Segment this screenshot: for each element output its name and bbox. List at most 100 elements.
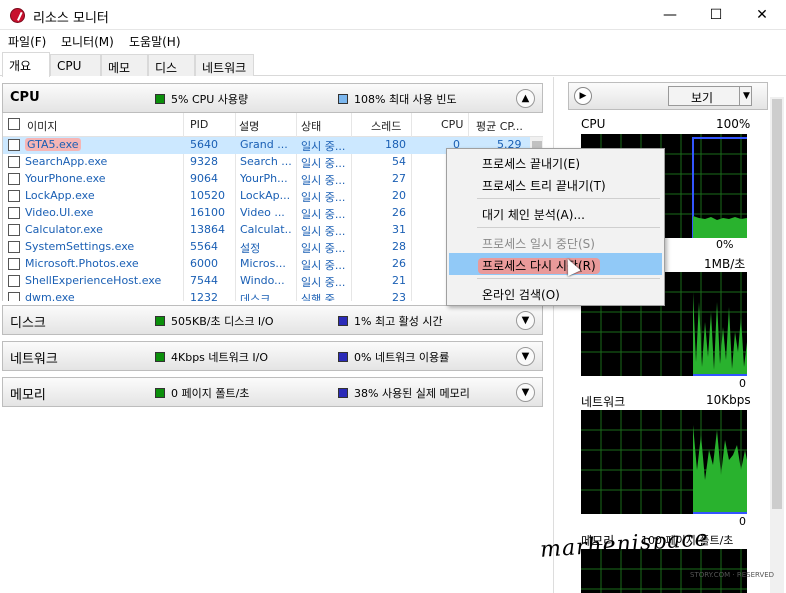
menu-file[interactable]: 파일(F) — [8, 33, 46, 50]
network-section-header[interactable]: 네트워크 4Kbps 네트워크 I/O 0% 네트워크 이용률 ▼ — [2, 341, 543, 371]
blue-swatch-icon — [338, 316, 348, 326]
physical-memory-legend: 38% 사용된 실제 메모리 — [338, 385, 470, 401]
context-menu: 프로세스 끝내기(E) 프로세스 트리 끝내기(T) 대기 체인 분석(A)..… — [446, 148, 665, 306]
menu-analyze-wait-chain[interactable]: 대기 체인 분석(A)... — [449, 202, 662, 224]
graph-min-network: 0 — [739, 515, 746, 528]
process-status: 실행 중 — [301, 293, 335, 301]
process-threads: 54 — [392, 155, 406, 168]
close-button[interactable]: ✕ — [739, 0, 785, 30]
menu-end-process[interactable]: 프로세스 끝내기(E) — [449, 151, 662, 173]
table-header: 이미지 PID 설명 상태 스레드 CPU 평균 CP... — [3, 113, 543, 137]
tab-disk[interactable]: 디스크 — [148, 54, 195, 92]
network-io-legend: 4Kbps 네트워크 I/O — [155, 349, 268, 365]
row-checkbox[interactable] — [8, 139, 20, 151]
row-checkbox[interactable] — [8, 190, 20, 202]
process-status: 일시 중... — [301, 208, 346, 221]
disk-io-legend: 505KB/초 디스크 I/O — [155, 313, 274, 329]
row-checkbox[interactable] — [8, 292, 20, 301]
green-swatch-icon — [155, 94, 165, 104]
tab-memory[interactable]: 메모리 — [101, 54, 148, 92]
green-swatch-icon — [155, 388, 165, 398]
col-image[interactable]: 이미지 — [27, 118, 57, 134]
row-checkbox[interactable] — [8, 275, 20, 287]
process-threads: 21 — [392, 274, 406, 287]
process-threads: 20 — [392, 189, 406, 202]
graph-max-network: 10Kbps — [706, 393, 751, 407]
menu-suspend-process[interactable]: 프로세스 일시 중단(S) — [449, 231, 662, 253]
col-status[interactable]: 상태 — [301, 118, 321, 134]
network-utilization-legend: 0% 네트워크 이용률 — [338, 349, 449, 365]
tab-overview[interactable]: 개요 — [2, 52, 50, 77]
cpu-usage-legend: 5% CPU 사용량 — [155, 91, 248, 107]
col-cpu[interactable]: CPU — [441, 118, 463, 131]
menu-end-process-tree[interactable]: 프로세스 트리 끝내기(T) — [449, 173, 662, 195]
process-threads: 31 — [392, 223, 406, 236]
graph-pane-scrollbar[interactable] — [770, 97, 784, 593]
process-threads: 28 — [392, 240, 406, 253]
col-pid[interactable]: PID — [190, 118, 208, 131]
green-swatch-icon — [155, 316, 165, 326]
tab-network[interactable]: 네트워크 — [195, 54, 254, 76]
process-image: SystemSettings.exe — [25, 240, 135, 253]
process-image: Calculator.exe — [25, 223, 103, 236]
process-pid: 10520 — [190, 189, 225, 202]
process-description: Windo... — [240, 274, 285, 287]
collapse-chevron-icon[interactable]: ▲ — [516, 89, 535, 108]
page-faults-legend: 0 페이지 폴트/초 — [155, 385, 249, 401]
minimize-button[interactable]: — — [647, 0, 693, 30]
process-description: Calculat... — [240, 223, 292, 236]
process-status: 일시 중... — [301, 259, 346, 272]
row-checkbox[interactable] — [8, 156, 20, 168]
row-checkbox[interactable] — [8, 173, 20, 185]
process-image: Microsoft.Photos.exe — [25, 257, 139, 270]
expand-chevron-icon[interactable]: ▼ — [516, 347, 535, 366]
col-threads[interactable]: 스레드 — [371, 118, 401, 134]
process-pid: 9328 — [190, 155, 218, 168]
row-checkbox[interactable] — [8, 241, 20, 253]
process-description: Search ... — [240, 155, 292, 168]
col-description[interactable]: 설명 — [239, 118, 259, 134]
menu-separator — [477, 198, 660, 199]
graph-pane-header: ▶ 보기 ▼ — [568, 82, 768, 110]
scrollbar-thumb[interactable] — [772, 99, 782, 509]
menu-search-online[interactable]: 온라인 검색(O) — [449, 282, 662, 304]
menu-separator — [477, 227, 660, 228]
process-pid: 6000 — [190, 257, 218, 270]
process-threads: 23 — [392, 291, 406, 301]
process-image: ShellExperienceHost.exe — [25, 274, 162, 287]
process-description: Grand ... — [240, 138, 288, 151]
process-threads: 26 — [392, 206, 406, 219]
memory-section-header[interactable]: 메모리 0 페이지 폴트/초 38% 사용된 실제 메모리 ▼ — [2, 377, 543, 407]
row-checkbox[interactable] — [8, 258, 20, 270]
process-threads: 27 — [392, 172, 406, 185]
expand-chevron-icon[interactable]: ▼ — [516, 383, 535, 402]
tab-cpu[interactable]: CPU — [50, 54, 101, 76]
window-title: 리소스 모니터 — [33, 11, 109, 26]
menu-help[interactable]: 도움말(H) — [129, 33, 181, 50]
network-graph-svg — [581, 410, 747, 514]
process-status: 일시 중... — [301, 225, 346, 238]
col-avg-cpu[interactable]: 평균 CP... — [476, 118, 523, 134]
green-swatch-icon — [155, 352, 165, 362]
process-status: 일시 중... — [301, 242, 346, 255]
cpu-section-header[interactable]: CPU 5% CPU 사용량 108% 최대 사용 빈도 ▲ — [2, 83, 543, 113]
network-graph — [581, 410, 747, 514]
process-pid: 16100 — [190, 206, 225, 219]
collapse-arrow-icon[interactable]: ▶ — [574, 87, 592, 105]
process-image: GTA5.exe — [25, 138, 81, 151]
disk-section-header[interactable]: 디스크 505KB/초 디스크 I/O 1% 최고 활성 시간 ▼ — [2, 305, 543, 335]
select-all-checkbox[interactable] — [8, 118, 20, 130]
menu-monitor[interactable]: 모니터(M) — [61, 33, 114, 50]
row-checkbox[interactable] — [8, 207, 20, 219]
expand-chevron-icon[interactable]: ▼ — [516, 311, 535, 330]
menu-separator — [477, 278, 660, 279]
process-description: 데스크... — [240, 293, 281, 301]
row-checkbox[interactable] — [8, 224, 20, 236]
maximize-button[interactable]: ☐ — [693, 0, 739, 30]
view-dropdown-icon[interactable]: ▼ — [739, 86, 753, 106]
process-pid: 5564 — [190, 240, 218, 253]
menu-resume-process[interactable]: 프로세스 다시 시작(R) — [449, 253, 662, 275]
process-image: YourPhone.exe — [25, 172, 106, 185]
memory-section-title: 메모리 — [10, 388, 46, 403]
cpu-max-frequency-legend: 108% 최대 사용 빈도 — [338, 91, 457, 107]
